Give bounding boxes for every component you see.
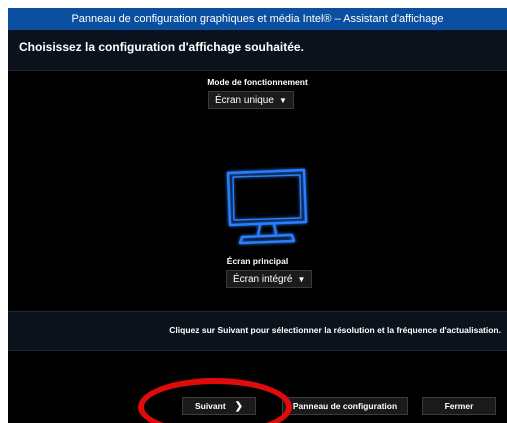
display-wizard-window: Panneau de configuration graphiques et m… [8, 8, 507, 423]
hint-text: Cliquez sur Suivant pour sélectionner la… [169, 325, 501, 335]
chevron-down-icon: ▼ [278, 96, 287, 105]
primary-display-dropdown[interactable]: Écran intégré ▼ [226, 270, 313, 288]
primary-display-value: Écran intégré [233, 274, 293, 285]
control-panel-button[interactable]: Panneau de configuration [282, 397, 408, 415]
operating-mode-dropdown[interactable]: Écran unique ▼ [208, 91, 294, 109]
monitor-icon [226, 168, 308, 245]
operating-mode-label: Mode de fonctionnement [207, 77, 308, 87]
page-title: Choisissez la configuration d'affichage … [19, 40, 304, 54]
page-header: Choisissez la configuration d'affichage … [8, 30, 507, 71]
close-button[interactable]: Fermer [422, 397, 496, 415]
hint-band: Cliquez sur Suivant pour sélectionner la… [8, 311, 507, 351]
chevron-down-icon: ▼ [297, 275, 306, 284]
next-button-label: Suivant [194, 401, 226, 411]
chevron-right-icon: ❯ [234, 401, 244, 412]
control-panel-button-label: Panneau de configuration [292, 401, 398, 411]
window-titlebar: Panneau de configuration graphiques et m… [8, 8, 507, 30]
next-button[interactable]: Suivant ❯ [182, 397, 256, 415]
primary-display-label: Écran principal [226, 256, 289, 266]
window-title: Panneau de configuration graphiques et m… [71, 13, 444, 25]
close-button-label: Fermer [444, 401, 474, 411]
operating-mode-value: Écran unique [215, 95, 274, 106]
